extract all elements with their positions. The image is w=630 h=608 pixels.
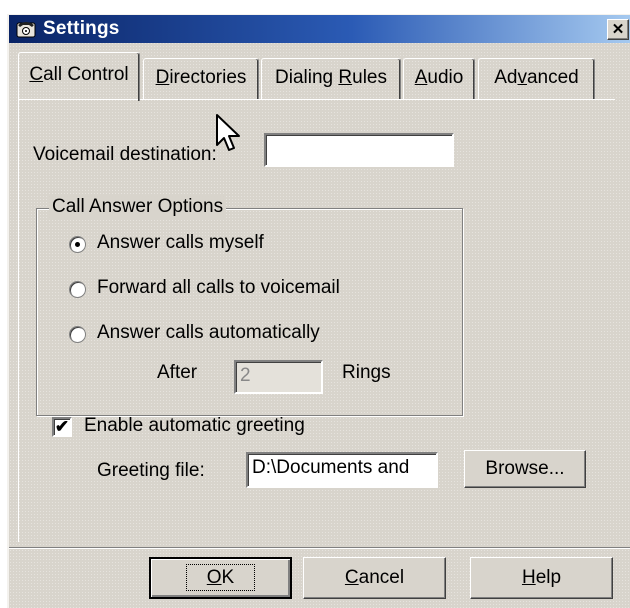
forward-to-voicemail-label[interactable]: Forward all calls to voicemail xyxy=(97,277,340,299)
checkmark-icon: ✔ xyxy=(54,417,70,436)
tab-label: Ad xyxy=(494,67,518,88)
window-title: Settings xyxy=(43,18,120,39)
voicemail-destination-label: Voicemail destination: xyxy=(33,144,217,165)
ok-button[interactable]: OK xyxy=(149,557,292,599)
tab-access-key: C xyxy=(29,64,44,85)
tab-label: Dialing xyxy=(275,67,339,88)
tab-access-key: v xyxy=(517,67,527,88)
voicemail-destination-input[interactable] xyxy=(264,133,454,167)
tab-audio[interactable]: Audio xyxy=(403,58,475,99)
answer-automatically-label[interactable]: Answer calls automatically xyxy=(97,322,320,344)
enable-greeting-label[interactable]: Enable automatic greeting xyxy=(84,415,305,437)
telephone-icon xyxy=(16,22,36,38)
tab-access-key: D xyxy=(155,67,170,88)
button-label-rest: K xyxy=(221,567,235,588)
access-key: H xyxy=(521,567,536,588)
greeting-file-input[interactable]: D:\Documents and xyxy=(246,452,438,488)
enable-greeting-checkbox[interactable]: ✔ xyxy=(52,417,72,437)
help-button[interactable]: Help xyxy=(470,557,613,599)
tab-call-control[interactable]: Call Control xyxy=(18,52,140,101)
tab-label: anced xyxy=(526,67,579,88)
ok-button-label: OK xyxy=(185,564,256,591)
tab-directories[interactable]: Directories xyxy=(143,58,259,99)
answer-calls-myself-label[interactable]: Answer calls myself xyxy=(97,232,264,254)
tab-advanced[interactable]: Advanced xyxy=(478,58,595,99)
settings-dialog: Settings ✕ Call Control Directories Dial… xyxy=(7,14,630,608)
call-answer-options-legend: Call Answer Options xyxy=(49,196,227,218)
tab-label: irectories xyxy=(169,67,247,88)
access-key: C xyxy=(344,567,359,588)
tab-label: all Control xyxy=(43,64,129,85)
button-row-separator xyxy=(9,547,630,549)
title-bar[interactable]: Settings ✕ xyxy=(9,15,630,43)
mouse-pointer-icon xyxy=(216,114,240,151)
tab-access-key: A xyxy=(414,67,428,88)
answer-calls-myself-radio[interactable] xyxy=(69,236,86,253)
answer-automatically-radio[interactable] xyxy=(69,326,86,343)
button-label-rest: ancel xyxy=(358,567,405,588)
after-label: After xyxy=(157,362,198,383)
tab-access-key: R xyxy=(338,67,353,88)
forward-to-voicemail-radio[interactable] xyxy=(69,281,86,298)
greeting-file-label: Greeting file: xyxy=(97,460,205,481)
tab-label: ules xyxy=(352,67,387,88)
browse-button[interactable]: Browse... xyxy=(464,450,586,488)
rings-label: Rings xyxy=(342,362,391,383)
close-button[interactable]: ✕ xyxy=(607,19,629,40)
close-icon: ✕ xyxy=(611,21,625,38)
cancel-button[interactable]: Cancel xyxy=(303,557,446,599)
tab-label: udio xyxy=(427,67,464,88)
access-key: O xyxy=(206,567,222,588)
button-label-rest: elp xyxy=(535,567,562,588)
tab-dialing-rules[interactable]: Dialing Rules xyxy=(261,58,401,99)
rings-count-input[interactable]: 2 xyxy=(234,360,323,394)
